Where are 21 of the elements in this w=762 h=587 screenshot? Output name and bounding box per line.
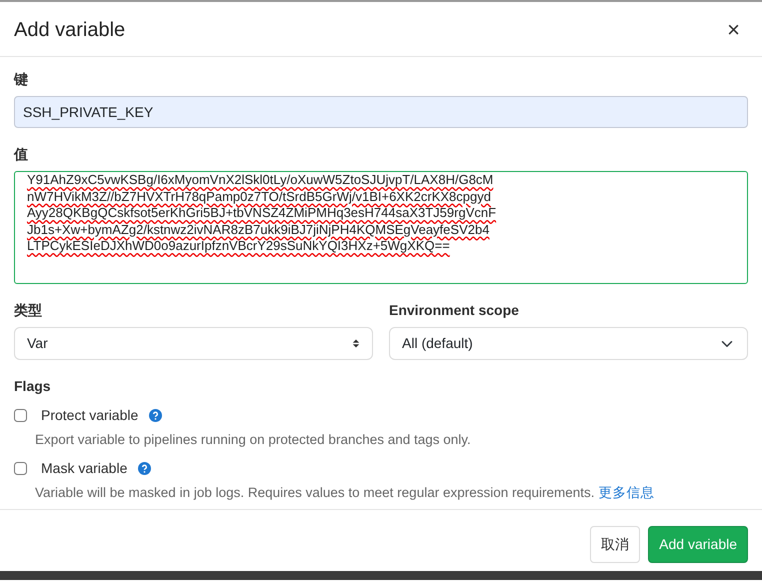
help-icon[interactable] xyxy=(149,409,162,422)
type-select[interactable]: Var xyxy=(14,327,373,360)
field-label: 值 xyxy=(14,145,28,164)
cancel-button[interactable]: 取消 xyxy=(590,526,640,563)
flag-checkbox[interactable] xyxy=(14,462,27,476)
field-label: 类型 xyxy=(14,301,42,320)
value-text-area[interactable]: Y91AhZ9xC5vwKSBg/I6xMyomVnX2lSkl0tLy/oXuwW5ZtoSJUjvpT/LAX8H/G8cM nW7HVikM3Z//bZ7HVXTrH78qPamp0z7TO/tSrdB5GrWj/v1BI+6XK2crKX8cpgyd Ayy28QKBgQCskfsot5erKhGri5BJ+tbVNSZ4ZMiPMHq3esH744saX3TJ59rgVcnF Jb1s+Xw+bymAZg2/kstnwz2ivNAR8zB7ukk9iBJ7jiNjPH4KQMSEgVeayfeSV2b4 LTPCykESIeDJXhWD0o9azurIpfznVBcrY29sSuNkYQI3HXz+5WgXKQ== xyxy=(14,171,748,284)
checkbox-label[interactable]: Mask variable xyxy=(41,458,128,480)
help-text: Export variable to pipelines running on protected branches and tags only. xyxy=(35,432,471,447)
field-label: Environment scope xyxy=(389,301,519,320)
flags-label: Flags xyxy=(14,377,51,396)
field-label: 键 xyxy=(14,70,28,89)
checkbox-label[interactable]: Protect variable xyxy=(41,405,138,426)
flag-checkbox[interactable] xyxy=(14,409,27,422)
more-info-link[interactable]: 更多信息 xyxy=(598,485,654,500)
help-icon[interactable] xyxy=(138,462,152,476)
dialog-title: Add variable xyxy=(14,18,126,42)
close-button[interactable]: × xyxy=(719,19,748,41)
scope-select[interactable]: All (default) xyxy=(389,327,748,360)
key-input-field[interactable]: SSH_PRIVATE_KEY xyxy=(14,96,748,128)
help-text: Variable will be masked in job logs. Requires values to meet regular expression requirements. xyxy=(35,485,595,500)
